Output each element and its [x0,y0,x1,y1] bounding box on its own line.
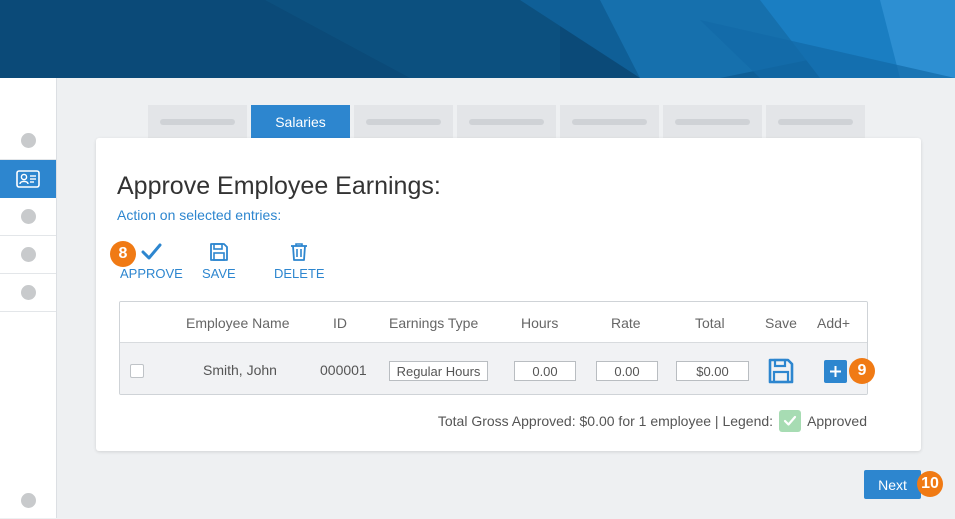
tab-7[interactable] [766,105,865,138]
cell-id: 000001 [320,362,367,378]
tab-salaries[interactable]: Salaries [251,105,350,138]
step-badge-8: 8 [110,241,136,267]
action-subtitle: Action on selected entries: [117,207,282,223]
rail-dot-icon [20,285,36,300]
col-rate: Rate [611,315,641,331]
save-label: SAVE [202,266,236,281]
banner-graphic [0,0,955,78]
approve-label: APPROVE [120,266,183,281]
col-employee-name: Employee Name [186,315,290,331]
earnings-card: Approve Employee Earnings: Action on sel… [96,138,921,451]
next-button[interactable]: Next [864,470,921,499]
tab-placeholder [572,118,647,125]
tab-4[interactable] [457,105,556,138]
rail-item-5[interactable] [0,274,56,312]
legend-approved-swatch [779,410,802,432]
rail-item-4[interactable] [0,236,56,274]
col-add: Add+ [817,315,851,331]
header-banner [0,0,955,78]
earnings-type-select[interactable]: Regular Hours [389,361,488,381]
col-earnings-type: Earnings Type [389,315,479,331]
tab-6[interactable] [663,105,762,138]
checkmark-icon [783,415,797,426]
tab-5[interactable] [560,105,659,138]
plus-icon [830,366,841,377]
col-id: ID [333,315,347,331]
rail-item-3[interactable] [0,198,56,236]
tab-placeholder [675,118,750,125]
contact-card-icon [16,170,40,188]
table-header: Employee Name ID Earnings Type Hours Rat… [120,302,867,343]
col-hours: Hours [521,315,559,331]
gross-summary: Total Gross Approved: $0.00 for 1 employ… [438,410,867,432]
row-add-button[interactable] [824,360,847,383]
hours-input[interactable]: 0.00 [514,361,576,381]
rate-input[interactable]: 0.00 [596,361,658,381]
rail-dot-icon [20,209,36,224]
step-badge-9: 9 [849,358,875,384]
row-save-button[interactable] [768,358,794,389]
tab-placeholder [778,118,853,125]
tab-placeholder [160,118,235,125]
total-field: $0.00 [676,361,749,381]
tab-placeholder [469,118,544,125]
trash-icon [291,243,308,261]
cell-employee-name: Smith, John [203,362,277,378]
tab-strip: Salaries [148,105,865,138]
floppy-disk-icon [768,358,794,384]
earnings-table: Employee Name ID Earnings Type Hours Rat… [119,301,868,395]
legend-approved-label: Approved [807,413,867,429]
step-badge-10: 10 [917,471,943,497]
rail-item-1[interactable] [0,122,56,160]
page-title: Approve Employee Earnings: [117,172,441,200]
delete-button[interactable]: DELETE [274,242,325,281]
gross-summary-text: Total Gross Approved: $0.00 for 1 employ… [437,413,774,429]
col-total: Total [695,315,725,331]
checkmark-icon [141,243,162,260]
rail-dot-icon [20,133,36,148]
tab-3[interactable] [354,105,453,138]
delete-label: DELETE [274,266,325,281]
tab-salaries-label: Salaries [275,113,326,130]
rail-item-contact-card[interactable] [0,160,56,198]
tab-placeholder [366,118,441,125]
row-checkbox[interactable] [130,364,144,378]
col-save: Save [765,315,797,331]
table-row: Smith, John 000001 Regular Hours 0.00 0.… [120,343,867,394]
rail-dot-icon [20,492,36,508]
rail-dot-icon [20,247,36,262]
floppy-disk-icon [209,243,228,261]
rail-item-bottom[interactable] [0,481,56,519]
save-button[interactable]: SAVE [202,242,236,281]
left-rail [0,78,57,518]
tab-1[interactable] [148,105,247,138]
